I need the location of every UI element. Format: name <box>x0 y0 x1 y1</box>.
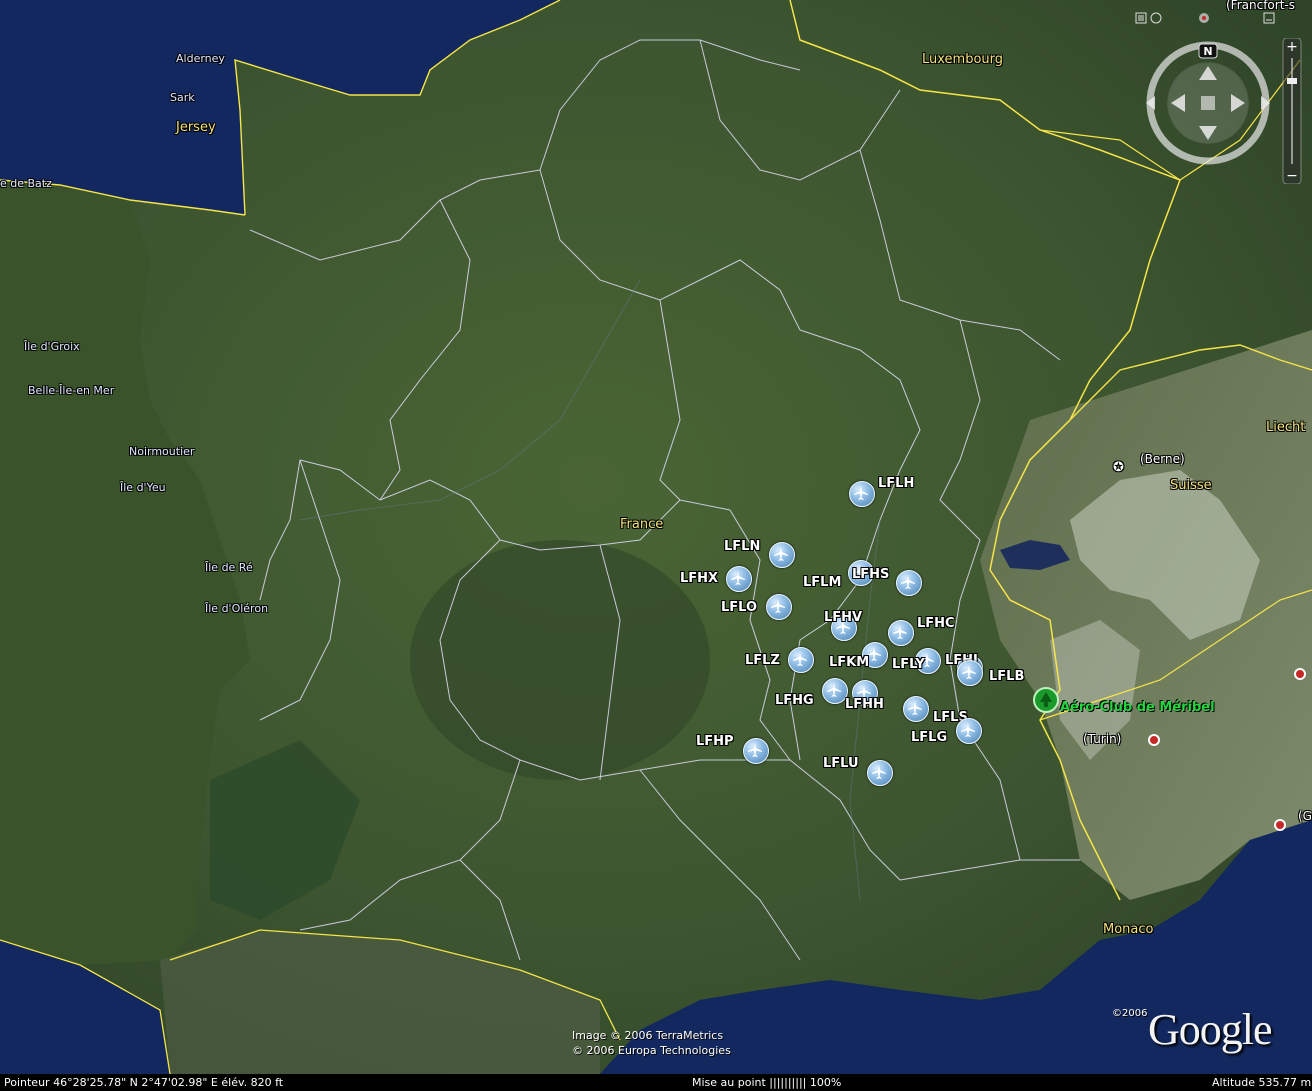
zoom-in-icon[interactable]: + <box>1286 39 1298 55</box>
city-marker-southeast[interactable] <box>1274 819 1286 831</box>
airport-marker-lfls[interactable] <box>903 696 929 722</box>
capital-star-icon: ✪ <box>1113 460 1124 475</box>
airport-marker-lflz[interactable] <box>788 647 814 673</box>
label-berne: (Berne) <box>1140 452 1185 466</box>
pointer-coordinates: Pointeur 46°28'25.78" N 2°47'02.98" E él… <box>4 1076 284 1089</box>
placemark-aero-club-meribel[interactable]: Aéro-Club de Méribel <box>1060 700 1215 715</box>
globe-view-icon[interactable] <box>1150 12 1162 24</box>
airplane-icon <box>872 765 886 779</box>
city-marker-turin[interactable] <box>1148 734 1160 746</box>
airport-label-lfhs[interactable]: LFHS <box>852 567 889 582</box>
airport-label-lfhp[interactable]: LFHP <box>696 734 734 749</box>
compass-toggle-icon[interactable] <box>1199 13 1209 23</box>
pan-center-icon[interactable] <box>1201 96 1215 110</box>
north-indicator: N <box>1203 45 1212 58</box>
view-toolbar <box>1135 12 1275 24</box>
airplane-icon <box>961 723 975 737</box>
label-france: France <box>620 517 664 532</box>
zoom-slider-handle[interactable] <box>1287 78 1297 84</box>
print-icon[interactable] <box>1263 12 1275 24</box>
airport-marker-lfhp[interactable] <box>743 738 769 764</box>
airport-label-lflu[interactable]: LFLU <box>823 756 859 771</box>
airport-label-lflg[interactable]: LFLG <box>911 730 947 745</box>
airport-label-lfly[interactable]: LFLY <box>892 657 925 672</box>
airport-marker-lflu[interactable] <box>867 760 893 786</box>
eye-altitude: Altitude 535.77 mi <box>1212 1076 1312 1089</box>
label-turin: (Turin) <box>1083 732 1122 746</box>
airplane-icon <box>748 743 762 757</box>
imagery-copyright: Image © 2006 TerraMetrics © 2006 Europa … <box>572 1028 731 1058</box>
label-ile-de-re: Île de Ré <box>205 561 253 574</box>
airport-label-lflo[interactable]: LFLO <box>721 600 757 615</box>
airport-label-lflm[interactable]: LFLM <box>803 575 841 590</box>
airport-marker-lflb[interactable] <box>957 660 983 686</box>
label-alderney: Alderney <box>176 52 225 65</box>
airplane-icon <box>774 547 788 561</box>
logo-year: ©2006 <box>1112 1008 1148 1019</box>
airport-marker-lfhs[interactable] <box>896 570 922 596</box>
airport-marker-lflh[interactable] <box>849 481 875 507</box>
zoom-out-icon[interactable]: − <box>1286 168 1298 184</box>
airport-label-lfhh[interactable]: LFHH <box>845 697 884 712</box>
airplane-icon <box>893 625 907 639</box>
airport-label-lfkm[interactable]: LFKM <box>829 655 869 670</box>
zoom-slider[interactable]: + − <box>1280 38 1304 184</box>
airplane-icon <box>793 652 807 666</box>
label-belle-ile: Belle-Île-en Mer <box>28 384 115 397</box>
fullscreen-icon[interactable] <box>1135 12 1147 24</box>
label-noirmoutier: Noirmoutier <box>129 445 195 458</box>
airport-marker-lflg[interactable] <box>956 718 982 744</box>
status-bar: Pointeur 46°28'25.78" N 2°47'02.98" E él… <box>0 1074 1312 1091</box>
airport-label-lflz[interactable]: LFLZ <box>745 653 780 668</box>
satellite-terrain <box>0 0 1312 1074</box>
airplane-icon <box>854 486 868 500</box>
streaming-progress: Mise au point |||||||||| 100% <box>692 1076 842 1089</box>
airplane-icon <box>901 575 915 589</box>
label-ile-de-groix: Île d'Groix <box>24 340 80 353</box>
copyright-line-2: © 2006 Europa Technologies <box>572 1044 731 1057</box>
label-monaco: Monaco <box>1103 922 1154 937</box>
airport-marker-lfln[interactable] <box>769 542 795 568</box>
airport-marker-lfhc[interactable] <box>888 620 914 646</box>
airplane-icon <box>962 665 976 679</box>
airport-label-lfhg[interactable]: LFHG <box>775 693 814 708</box>
copyright-line-1: Image © 2006 TerraMetrics <box>572 1029 724 1042</box>
label-ile-de-batz: e de Batz <box>0 177 52 190</box>
airport-label-lfhc[interactable]: LFHC <box>917 616 955 631</box>
airport-label-lflh[interactable]: LFLH <box>878 476 914 491</box>
airport-label-lfln[interactable]: LFLN <box>724 539 760 554</box>
label-suisse: Suisse <box>1170 478 1212 493</box>
tree-icon[interactable] <box>1033 687 1059 713</box>
label-luxembourg: Luxembourg <box>922 52 1004 67</box>
airport-label-lfhx[interactable]: LFHX <box>680 571 718 586</box>
label-jersey: Jersey <box>176 120 216 135</box>
google-logo: Google <box>1148 1005 1273 1054</box>
airport-label-lfhv[interactable]: LFHV <box>824 610 862 625</box>
label-liechtenstein: Liecht <box>1266 420 1306 435</box>
airplane-icon <box>827 683 841 697</box>
map-view[interactable]: Alderney Sark Jersey e de Batz Île d'Gro… <box>0 0 1312 1091</box>
airport-label-lflb[interactable]: LFLB <box>989 669 1024 684</box>
navigation-control[interactable]: N <box>1143 38 1273 168</box>
label-g-partial: (G <box>1298 809 1312 823</box>
airport-marker-lflo[interactable] <box>766 594 792 620</box>
label-ile-d-oleron: Île d'Oléron <box>205 602 269 615</box>
airplane-icon <box>731 571 745 585</box>
label-sark: Sark <box>170 91 195 104</box>
airport-marker-lfhx[interactable] <box>726 566 752 592</box>
city-marker-east[interactable] <box>1294 668 1306 680</box>
label-ile-d-yeu: Île d'Yeu <box>120 481 166 494</box>
airplane-icon <box>771 599 785 613</box>
airplane-icon <box>908 701 922 715</box>
